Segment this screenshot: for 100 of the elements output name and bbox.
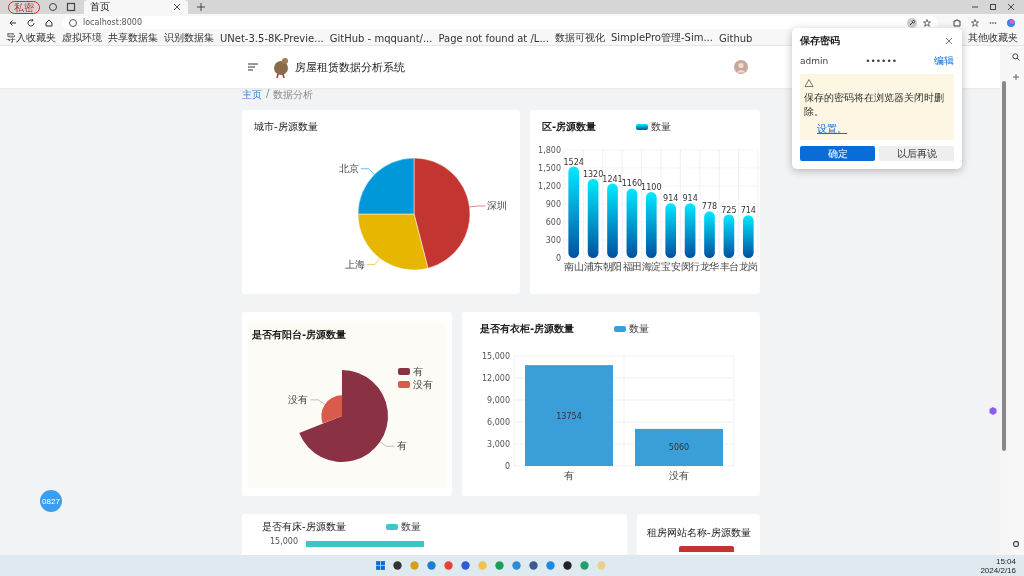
bar <box>723 214 735 258</box>
legend-label: 数量 <box>400 520 421 534</box>
breadcrumb-link[interactable]: 主页 <box>242 88 262 102</box>
axis-tick-label: 600 <box>545 217 561 227</box>
axis-tick-label: 15,000 <box>482 351 510 361</box>
bird-logo-icon <box>271 56 291 78</box>
menu-icon[interactable] <box>247 62 259 72</box>
bookmark[interactable]: 导入收藏夹 <box>6 31 56 45</box>
axis-tick-label: 0 <box>504 461 510 471</box>
bookmark[interactable]: Page not found at /L... <box>438 32 549 44</box>
edit-link[interactable]: 编辑 <box>934 54 954 68</box>
tab-actions-icon[interactable] <box>66 2 76 12</box>
bookmark[interactable]: 共享数据集 <box>108 31 158 45</box>
bar-value-label: 914 <box>663 194 679 204</box>
bookmark-folder[interactable]: 其他收藏夹 <box>968 31 1018 45</box>
axis-tick-label: 12,000 <box>482 373 510 383</box>
bar <box>742 215 754 258</box>
bar <box>645 192 657 258</box>
bar-value-label: 5060 <box>668 443 690 453</box>
bookmark[interactable]: GitHub - mqquant/... <box>329 32 433 44</box>
axis-tick-label: 1,500 <box>538 163 561 173</box>
legend-label: 数量 <box>629 322 650 336</box>
slice-label: 没有 <box>288 393 309 405</box>
bar-value-label: 778 <box>701 202 718 212</box>
add-icon[interactable] <box>1011 72 1021 82</box>
scrollbar[interactable] <box>1000 46 1008 555</box>
category-label: 没有 <box>669 470 689 481</box>
slice-label: 上海 <box>344 258 365 270</box>
bar-value-label: 1320 <box>582 169 604 179</box>
close-icon[interactable] <box>944 36 954 46</box>
later-button[interactable]: 以后再说 <box>879 146 954 161</box>
address-bar[interactable]: localhost:8000 <box>62 16 938 29</box>
slice-label: 深圳 <box>487 200 508 211</box>
bar-value-label: 714 <box>740 206 756 216</box>
chart-title: 是否有床-房源数量 <box>262 520 346 534</box>
popup-title: 保存密码 <box>800 34 840 48</box>
bar-value-label: 725 <box>721 205 737 215</box>
search-icon[interactable] <box>1011 52 1021 62</box>
restore-icon[interactable] <box>988 2 998 12</box>
chart-title: 租房网站名称-房源数量 <box>646 526 752 540</box>
leader-line <box>366 257 380 265</box>
axis-tick-label: 1,200 <box>538 181 561 191</box>
back-icon[interactable] <box>8 17 18 28</box>
app-icon[interactable] <box>562 560 574 571</box>
axis-tick-label: 0 <box>555 253 561 263</box>
clock[interactable]: 15:04 2024/2/16 <box>980 556 1016 575</box>
confirm-button[interactable]: 确定 <box>800 146 875 161</box>
category-label: 龙华 <box>700 261 719 272</box>
bar-value-label: 1160 <box>621 179 643 189</box>
category-label: 宝安 <box>661 261 680 272</box>
breadcrumb-current: 数据分析 <box>273 88 314 102</box>
bookmark[interactable]: SimplePro管理-Sim... <box>610 31 713 45</box>
category-label: 龙岗 <box>739 261 758 272</box>
home-icon[interactable] <box>44 17 54 28</box>
key-icon[interactable] <box>907 17 917 28</box>
username-value: admin <box>800 56 829 66</box>
category-label: 福田 <box>622 261 642 272</box>
bookmark[interactable]: Github <box>719 32 753 44</box>
axis-tick-label: 1,800 <box>538 145 561 155</box>
breadcrumb-separator: / <box>266 88 270 99</box>
bar <box>684 203 696 258</box>
category-label: 朝阳 <box>603 261 622 272</box>
axis-tick-label: 900 <box>545 199 561 209</box>
bookmark[interactable]: 数据可视化 <box>554 31 605 45</box>
bookmark[interactable]: 虚拟环境 <box>62 31 102 45</box>
hexagon-icon[interactable] <box>988 406 998 416</box>
legend-swatch <box>636 124 649 130</box>
legend-swatch <box>385 524 398 530</box>
windows-logo-icon[interactable] <box>375 560 387 571</box>
bookmark[interactable]: UNet-3.5-8K-Previe... <box>220 32 324 44</box>
legend-item: 有 <box>398 366 423 377</box>
axis-tick-label: 3,000 <box>487 439 510 449</box>
bookmark[interactable]: 识别数据集 <box>164 31 214 45</box>
copilot-icon[interactable] <box>1006 17 1016 28</box>
axis-tick-label: 9,000 <box>487 395 510 405</box>
slice-label: 北京 <box>338 162 359 174</box>
leader-line <box>310 399 326 405</box>
new-tab-icon[interactable] <box>196 2 206 12</box>
browser-tab[interactable]: 首页 <box>84 0 188 14</box>
bar-value-label: 1524 <box>563 157 584 167</box>
axis-tick-label: 6,000 <box>487 417 510 427</box>
refresh-icon[interactable] <box>26 17 36 28</box>
category-label: 海淀 <box>642 261 661 272</box>
close-icon[interactable] <box>172 2 182 12</box>
chart-title: 区-房源数量 <box>542 120 597 134</box>
axis-tick-label: 15,000 <box>270 537 298 547</box>
chart-title: 城市-房源数量 <box>254 120 319 134</box>
legend-label: 数量 <box>651 120 672 134</box>
star-icon[interactable] <box>922 17 932 28</box>
settings-link[interactable]: 设置。 <box>817 122 847 136</box>
password-value: •••••• <box>865 56 898 66</box>
favorites-icon[interactable] <box>970 17 980 28</box>
app-icon[interactable] <box>528 560 540 571</box>
legend-item: 没有 <box>398 379 433 390</box>
bar <box>704 211 715 258</box>
bar-value-label: 914 <box>682 194 698 204</box>
app-title: 房屋租赁数据分析系统 <box>295 59 405 75</box>
category-label: 浦东 <box>583 261 603 272</box>
app-icon[interactable] <box>392 560 404 571</box>
close-icon[interactable] <box>1006 2 1016 12</box>
